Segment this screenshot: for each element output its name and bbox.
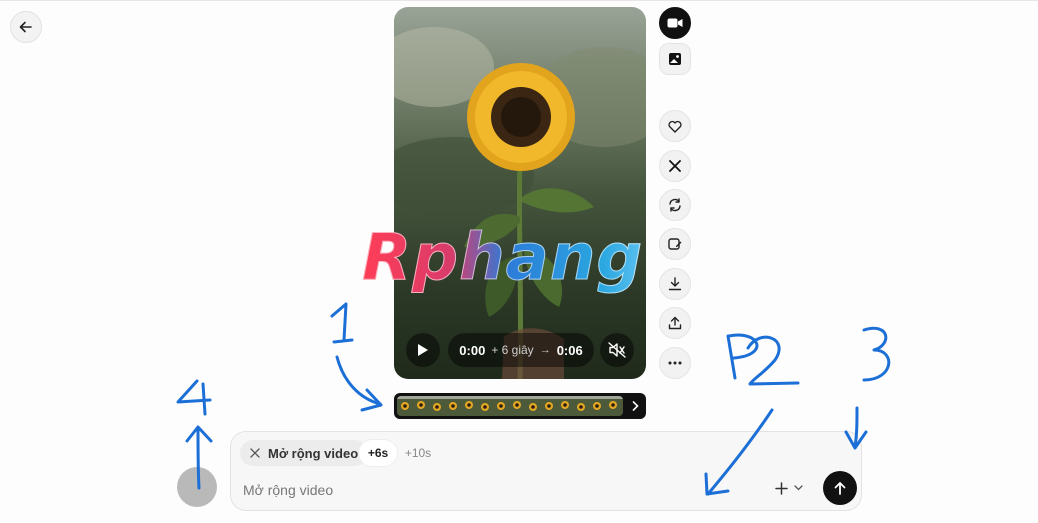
current-time: 0:00	[459, 342, 486, 358]
time-display: 0:00 + 6 giây → 0:06	[448, 333, 594, 367]
edit-image-button[interactable]	[659, 228, 691, 260]
arrow-right-icon: →	[539, 344, 551, 356]
annotation-digit-3-strokes	[862, 326, 891, 382]
video-timeline-strip[interactable]	[394, 393, 646, 419]
share-x-button[interactable]	[659, 150, 691, 182]
extend-video-chip-label: Mở rộng video	[268, 445, 359, 461]
close-icon[interactable]	[250, 448, 260, 458]
volume-mute-icon	[608, 342, 626, 358]
add-attachment-button[interactable]	[765, 473, 813, 503]
video-player[interactable]: 0:00 + 6 giây → 0:06	[394, 7, 646, 379]
share-icon	[668, 316, 682, 330]
prompt-composer: Mở rộng video +6s +10s	[230, 431, 862, 511]
refresh-icon	[669, 198, 681, 212]
extend-video-chip[interactable]: Mở rộng video	[240, 440, 369, 466]
send-button[interactable]	[823, 471, 857, 505]
image-icon	[669, 53, 681, 65]
image-mode-button[interactable]	[659, 43, 691, 75]
duration-option-6s[interactable]: +6s	[359, 440, 397, 466]
video-controls: 0:00 + 6 giây → 0:06	[394, 333, 646, 377]
more-options-button[interactable]	[659, 347, 691, 379]
mute-button[interactable]	[600, 333, 634, 367]
remix-button[interactable]	[659, 189, 691, 221]
download-button[interactable]	[659, 268, 691, 300]
plus-icon	[775, 481, 788, 495]
prompt-input[interactable]	[243, 478, 723, 502]
more-horizontal-icon	[668, 361, 682, 365]
end-time: 0:06	[556, 342, 583, 358]
avatar[interactable]	[177, 467, 217, 507]
chevron-right-icon	[632, 401, 639, 411]
image-edit-icon	[668, 238, 682, 250]
share-button[interactable]	[659, 307, 691, 339]
duration-option-10s[interactable]: +10s	[399, 440, 437, 466]
annotation-digit-4-strokes	[176, 379, 212, 416]
top-divider	[0, 0, 1038, 1]
video-frame	[394, 27, 646, 379]
annotation-arrow-1	[335, 355, 382, 406]
annotation-digit-1-strokes	[330, 302, 354, 344]
heart-icon	[668, 120, 682, 133]
x-logo-icon	[669, 160, 681, 172]
extension-duration: + 6 giây	[491, 343, 534, 357]
video-camera-icon	[667, 18, 683, 28]
timeline-next-button[interactable]	[626, 396, 644, 416]
arrow-left-icon	[19, 21, 32, 33]
download-icon	[668, 277, 682, 291]
timeline-thumbnails	[397, 396, 623, 416]
play-icon	[418, 344, 428, 356]
play-button[interactable]	[406, 333, 440, 367]
video-mode-button[interactable]	[659, 7, 691, 39]
chevron-down-icon	[794, 485, 803, 491]
like-button[interactable]	[659, 110, 691, 142]
annotation-p2-strokes	[726, 333, 800, 386]
back-button[interactable]	[10, 11, 42, 43]
arrow-up-icon	[834, 482, 846, 495]
